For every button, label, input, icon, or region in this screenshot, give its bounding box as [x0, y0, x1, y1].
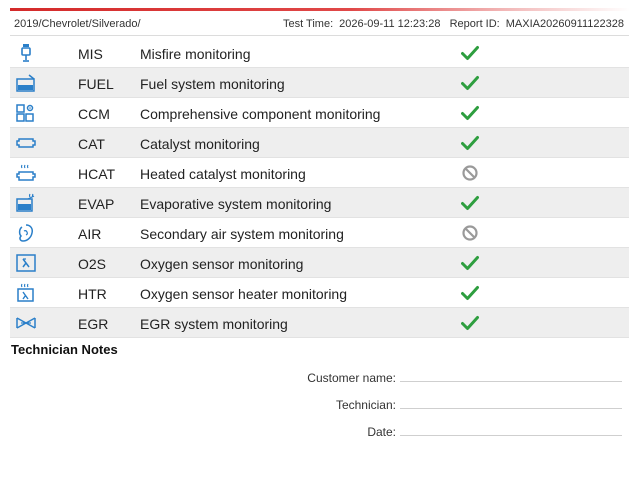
monitor-row-hcat: HCAT Heated catalyst monitoring [10, 158, 629, 188]
monitor-row-egr: EGR EGR system monitoring [10, 308, 629, 338]
technician-notes-title: Technician Notes [11, 342, 118, 357]
report-id-value: MAXIA20260911122328 [505, 18, 624, 30]
header-divider [10, 35, 629, 36]
monitor-code: AIR [78, 226, 102, 242]
monitor-description: EGR system monitoring [140, 316, 288, 332]
misfire-icon [21, 44, 31, 62]
monitor-row-air: AIR Secondary air system monitoring [10, 218, 629, 248]
monitor-code: O2S [78, 256, 107, 272]
component-icon [16, 104, 34, 122]
monitor-description: Oxygen sensor heater monitoring [140, 286, 347, 302]
monitor-description: Evaporative system monitoring [140, 196, 332, 212]
pass-check-icon [461, 76, 479, 90]
report-header: 2019/Chevrolet/Silverado/ Test Time: 2026… [10, 14, 628, 34]
evap-icon [16, 193, 35, 212]
report-id: Report ID: MAXIA20260911122328 [450, 18, 624, 30]
monitor-row-mis: MIS Misfire monitoring [10, 38, 629, 68]
monitor-table: MIS Misfire monitoring FUEL Fuel system … [10, 38, 629, 338]
o2-heater-icon [17, 283, 34, 302]
customer-name-field[interactable] [400, 381, 622, 382]
pass-check-icon [461, 256, 479, 270]
monitor-description: Catalyst monitoring [140, 136, 260, 152]
monitor-row-evap: EVAP Evaporative system monitoring [10, 188, 629, 218]
technician-field[interactable] [400, 408, 622, 409]
monitor-row-o2s: O2S Oxygen sensor monitoring [10, 248, 629, 278]
monitor-code: HCAT [78, 166, 116, 182]
vehicle-path: 2019/Chevrolet/Silverado/ [14, 18, 141, 30]
monitor-description: Comprehensive component monitoring [140, 106, 381, 122]
monitor-code: MIS [78, 46, 103, 62]
fuel-system-icon [16, 74, 35, 92]
technician-label: Technician: [335, 398, 396, 412]
test-time: Test Time: 2026-09-11 12:23:28 [283, 18, 440, 30]
test-time-value: 2026-09-11 12:23:28 [339, 18, 441, 30]
date-label: Date: [367, 425, 396, 439]
monitor-description: Heated catalyst monitoring [140, 166, 306, 182]
monitor-description: Misfire monitoring [140, 46, 251, 62]
monitor-description: Fuel system monitoring [140, 76, 285, 92]
pass-check-icon [461, 196, 479, 210]
monitor-description: Oxygen sensor monitoring [140, 256, 304, 272]
report-id-label: Report ID: [449, 18, 500, 30]
monitor-code: FUEL [78, 76, 114, 92]
test-time-label: Test Time: [283, 18, 334, 30]
monitor-code: CAT [78, 136, 105, 152]
header-accent-bar [10, 8, 630, 11]
pass-check-icon [461, 316, 479, 330]
monitor-row-fuel: FUEL Fuel system monitoring [10, 68, 629, 98]
monitor-code: EVAP [78, 196, 115, 212]
date-field[interactable] [400, 435, 622, 436]
pass-check-icon [461, 286, 479, 300]
heated-catalyst-icon [16, 164, 36, 181]
monitor-code: CCM [78, 106, 110, 122]
egr-icon [16, 317, 36, 329]
pass-check-icon [461, 46, 479, 60]
monitor-code: HTR [78, 286, 107, 302]
monitor-description: Secondary air system monitoring [140, 226, 344, 242]
pass-check-icon [461, 106, 479, 120]
monitor-row-htr: HTR Oxygen sensor heater monitoring [10, 278, 629, 308]
catalyst-icon [16, 138, 36, 148]
monitor-row-ccm: CCM Comprehensive component monitoring [10, 98, 629, 128]
monitor-row-cat: CAT Catalyst monitoring [10, 128, 629, 158]
customer-name-label: Customer name: [307, 371, 396, 385]
oxygen-sensor-icon [16, 254, 36, 272]
not-supported-icon [462, 165, 478, 181]
secondary-air-icon [18, 224, 33, 242]
not-supported-icon [462, 225, 478, 241]
pass-check-icon [461, 136, 479, 150]
monitor-code: EGR [78, 316, 109, 332]
